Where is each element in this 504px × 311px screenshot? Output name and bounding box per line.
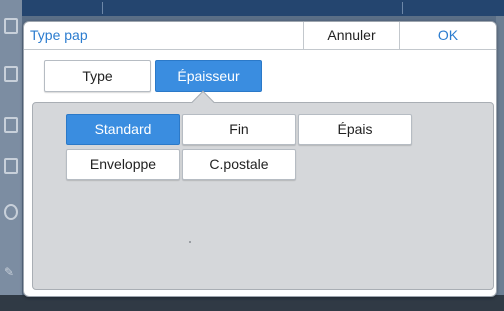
- option-epais[interactable]: Épais: [298, 114, 412, 145]
- dialog-title-bar: Type pap Annuler OK: [24, 22, 496, 50]
- paper-type-dialog: Type pap Annuler OK Type Épaisseur Stand…: [23, 21, 497, 297]
- background-statusbar: [0, 295, 504, 311]
- panel-mark: [189, 241, 191, 243]
- option-fin[interactable]: Fin: [182, 114, 296, 145]
- background-header: [22, 0, 504, 16]
- background-sidebar: ✎: [0, 0, 22, 311]
- option-standard[interactable]: Standard: [66, 114, 180, 145]
- option-enveloppe[interactable]: Enveloppe: [66, 149, 180, 180]
- document-icon: [4, 18, 18, 34]
- signature-icon: ✎: [4, 265, 15, 279]
- dialog-title: Type pap: [30, 27, 88, 43]
- header-divider: [102, 2, 103, 14]
- checkmark-icon: [4, 204, 18, 220]
- document-icon: [4, 66, 18, 82]
- option-cpostale[interactable]: C.postale: [182, 149, 296, 180]
- document-icon: [4, 117, 18, 133]
- document-icon: [4, 158, 18, 174]
- tab-epaisseur[interactable]: Épaisseur: [155, 60, 262, 92]
- background-scroll-area: [496, 16, 504, 295]
- tab-type[interactable]: Type: [44, 60, 151, 92]
- ok-button[interactable]: OK: [399, 22, 496, 49]
- header-divider: [402, 2, 403, 14]
- cancel-button[interactable]: Annuler: [303, 22, 399, 49]
